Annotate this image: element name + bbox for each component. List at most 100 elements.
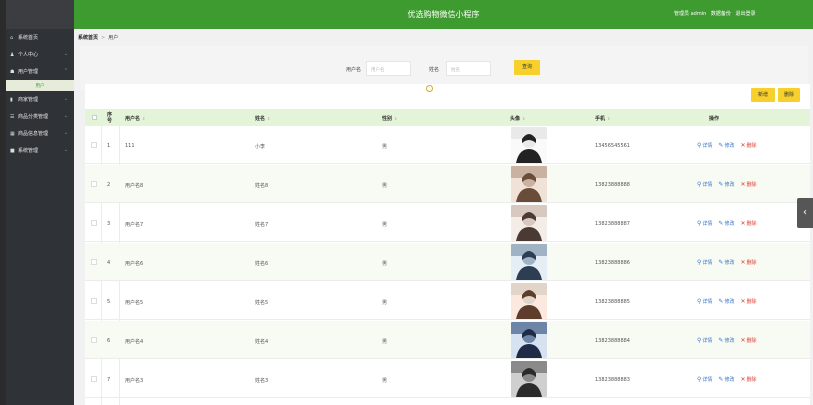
row-checkbox[interactable]	[91, 376, 97, 382]
avatar	[511, 166, 547, 202]
sidebar-item-profile[interactable]: ♟ 个人中心 ⌄	[6, 46, 74, 63]
chevron-down-icon: ⌄	[63, 130, 68, 136]
row-checkbox[interactable]	[91, 337, 97, 343]
col-phone[interactable]: 手机 ⇕	[595, 115, 610, 122]
logout-link[interactable]: 退出登录	[735, 11, 755, 17]
edit-button[interactable]: ✎修改	[718, 181, 735, 188]
col-gender[interactable]: 性别 ⇕	[382, 115, 397, 122]
breadcrumb-home[interactable]: 系统首页	[78, 35, 98, 41]
view-label: 详情	[702, 338, 713, 344]
edit-label: 修改	[724, 260, 735, 266]
sidebar-item-system[interactable]: ■ 系统管理 ⌄	[6, 142, 74, 159]
name-input[interactable]: 姓名	[446, 61, 491, 76]
row-username: 用户名3	[125, 378, 144, 384]
edit-button[interactable]: ✎修改	[718, 259, 735, 266]
row-index: 6	[107, 338, 111, 344]
edit-button[interactable]: ✎修改	[718, 376, 734, 383]
edit-label: 修改	[724, 182, 735, 188]
row-phone: 13823888884	[595, 338, 630, 344]
delete-row-button[interactable]: ✕删除	[740, 376, 756, 383]
view-button[interactable]: ⚲详情	[697, 337, 713, 344]
select-all-checkbox[interactable]	[92, 115, 97, 120]
table-row: 3 用户名7 姓名7 男 13823888887 ⚲详情 ✎修改 ✕删除	[85, 204, 810, 242]
row-username: 用户名7	[125, 222, 144, 228]
sort-icon: ⇕	[394, 116, 398, 121]
add-button[interactable]: 新增	[751, 88, 775, 102]
sidebar-item-home[interactable]: ⌂ 系统首页	[6, 29, 74, 46]
backup-link[interactable]: 数据备份	[711, 11, 731, 17]
edit-button[interactable]: ✎修改	[718, 220, 734, 227]
row-checkbox[interactable]	[91, 220, 97, 226]
collapse-panel-button[interactable]: ‹	[797, 198, 813, 228]
row-phone: 13823888887	[595, 221, 630, 227]
user-icon: ☗	[10, 68, 15, 75]
row-index: 3	[107, 221, 111, 227]
pencil-icon: ✎	[718, 142, 724, 149]
sidebar-item-categories[interactable]: ☰ 商品分类管理 ⌄	[6, 108, 74, 125]
delete-row-button[interactable]: ✕删除	[740, 259, 756, 266]
col-avatar-label: 头像	[510, 116, 521, 122]
col-username[interactable]: 用户名 ⇕	[125, 115, 145, 122]
search-icon: ⚲	[697, 337, 702, 344]
row-phone: 13456545561	[595, 143, 630, 149]
user-table-panel: 新增 删除 序号 用户名 ⇕ 姓名 ⇕ 性别 ⇕ 头像 ⇕ 手机 ⇕ 操作 1 111 小李男…	[85, 84, 810, 405]
row-actions: ⚲详情 ✎修改 ✕删除	[697, 259, 757, 266]
table-row: 7 用户名3 姓名3 男 13823888883 ⚲详情 ✎修改 ✕删除	[85, 360, 810, 398]
col-avatar[interactable]: 头像 ⇕	[510, 115, 525, 122]
row-checkbox[interactable]	[91, 181, 97, 187]
row-checkbox[interactable]	[91, 298, 97, 304]
sidebar-item-users[interactable]: ☗ 用户管理 ⌃	[6, 63, 74, 80]
edit-button[interactable]: ✎修改	[718, 337, 735, 344]
view-button[interactable]: ⚲详情	[697, 259, 712, 266]
breadcrumb-current: 用户	[108, 35, 119, 41]
row-checkbox[interactable]	[91, 142, 97, 148]
row-username: 用户名8	[125, 183, 144, 189]
sidebar-subitem-user[interactable]: 用户	[6, 80, 74, 91]
row-checkbox[interactable]	[91, 259, 97, 265]
search-icon: ⚲	[697, 181, 702, 188]
sort-icon: ⇕	[142, 116, 146, 121]
sidebar-item-label: 用户管理	[18, 69, 39, 75]
edit-label: 修改	[724, 338, 735, 344]
row-gender: 男	[382, 183, 388, 189]
edit-button[interactable]: ✎修改	[718, 142, 734, 149]
edit-button[interactable]: ✎修改	[718, 298, 734, 305]
sidebar-item-products[interactable]: ▦ 商品信息管理 ⌄	[6, 125, 74, 142]
row-phone: 13823888886	[595, 260, 630, 266]
table-row: 6 用户名4 姓名4 男 13823888884 ⚲详情 ✎修改 ✕删除	[85, 321, 810, 359]
view-button[interactable]: ⚲详情	[697, 142, 712, 149]
view-button[interactable]: ⚲详情	[697, 181, 712, 188]
view-button[interactable]: ⚲详情	[697, 376, 712, 383]
delete-row-button[interactable]: ✕删除	[740, 337, 756, 344]
col-name[interactable]: 姓名 ⇕	[255, 115, 270, 122]
sidebar-item-label: 商品分类管理	[18, 114, 49, 120]
avatar	[511, 244, 547, 280]
view-button[interactable]: ⚲详情	[697, 220, 712, 227]
row-index: 4	[107, 260, 111, 266]
table-row: 4 用户名6 姓名6 男 13823888886 ⚲详情 ✎修改 ✕删除	[85, 243, 810, 281]
avatar	[511, 361, 547, 397]
delete-row-button[interactable]: ✕删除	[740, 142, 756, 149]
sort-icon: ⇕	[607, 116, 611, 121]
delete-row-button[interactable]: ✕删除	[740, 181, 756, 188]
chevron-up-icon: ⌃	[63, 68, 68, 74]
view-button[interactable]: ⚲详情	[697, 298, 712, 305]
search-icon: ⚲	[697, 298, 702, 305]
row-name: 姓名5	[255, 300, 269, 306]
pencil-icon: ✎	[718, 181, 724, 188]
delete-row-button[interactable]: ✕删除	[740, 220, 756, 227]
avatar	[511, 322, 547, 358]
delete-row-button[interactable]: ✕删除	[740, 298, 756, 305]
row-gender: 男	[382, 261, 388, 267]
close-icon: ✕	[740, 259, 746, 266]
row-username: 用户名6	[125, 261, 144, 267]
chevron-down-icon: ⌄	[63, 147, 68, 153]
row-gender: 男	[382, 339, 388, 345]
close-icon: ✕	[740, 181, 746, 188]
person-icon: ♟	[10, 51, 15, 58]
username-input[interactable]: 用户名	[366, 61, 411, 76]
row-actions: ⚲详情 ✎修改 ✕删除	[697, 337, 757, 344]
delete-button[interactable]: 删除	[778, 88, 800, 102]
sidebar-item-merchants[interactable]: ▮ 商家管理 ⌄	[6, 91, 74, 108]
query-button[interactable]: 查询	[514, 60, 540, 75]
